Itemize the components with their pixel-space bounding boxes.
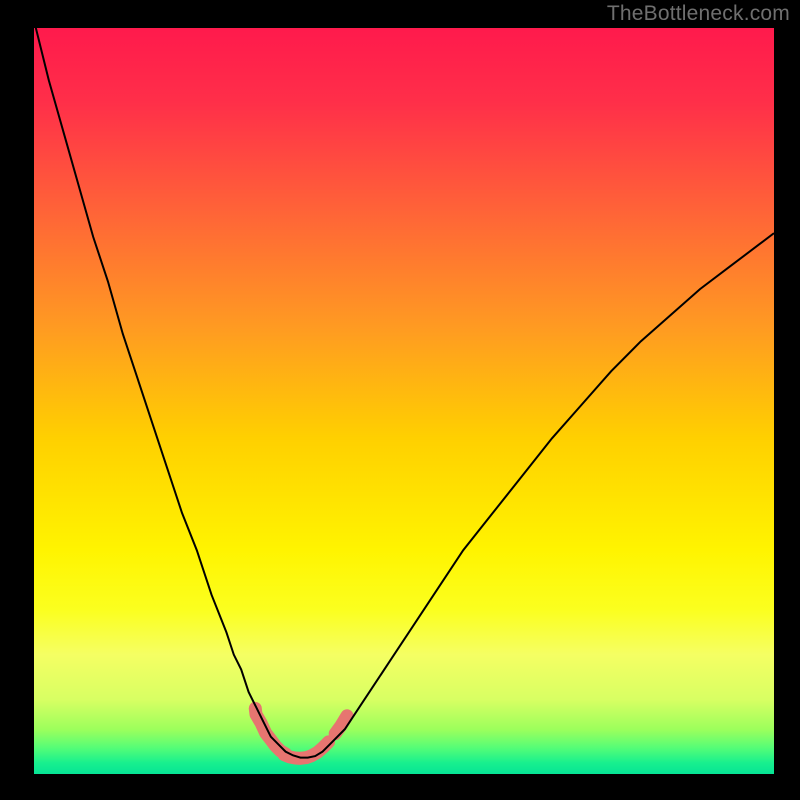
chart-frame: TheBottleneck.com [0,0,800,800]
chart-plot-area [34,28,774,774]
chart-svg [34,28,774,774]
watermark-text: TheBottleneck.com [607,2,790,26]
